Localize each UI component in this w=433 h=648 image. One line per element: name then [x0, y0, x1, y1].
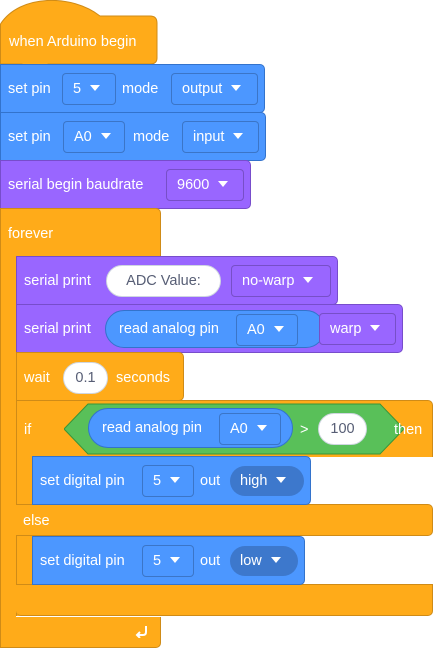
- set-digital-pin-low-block[interactable]: set digital pin 5 out low: [32, 536, 305, 585]
- serial-print-block-2[interactable]: serial print read analog pin A0 warp: [16, 304, 403, 353]
- then-label: then: [394, 422, 423, 438]
- reporter-label: read analog pin: [119, 321, 219, 337]
- chevron-down-icon: [256, 425, 267, 432]
- set-digital-pin-label: set digital pin: [40, 553, 125, 569]
- seconds-label: seconds: [116, 370, 171, 386]
- digital-pin-dropdown[interactable]: 5: [142, 465, 194, 497]
- digital-pin-dropdown[interactable]: 5: [142, 545, 194, 577]
- chevron-down-icon: [270, 557, 281, 564]
- hat-label: when Arduino begin: [9, 34, 137, 50]
- set-pin-label: set pin: [8, 129, 51, 145]
- warp-mode-dropdown[interactable]: no-warp: [231, 265, 331, 297]
- serial-print-block-1[interactable]: serial print ADC Value: no-warp: [16, 256, 338, 305]
- chevron-down-icon: [233, 133, 244, 140]
- compare-value-input[interactable]: 100: [318, 413, 367, 445]
- chevron-down-icon: [273, 326, 284, 333]
- set-pin-block-2[interactable]: set pin A0 mode input: [0, 112, 266, 161]
- warp-mode-dropdown[interactable]: warp: [319, 313, 396, 345]
- chevron-down-icon: [218, 181, 229, 188]
- chevron-down-icon: [276, 477, 287, 484]
- chevron-down-icon: [370, 325, 381, 332]
- analog-pin-dropdown[interactable]: A0: [236, 314, 298, 346]
- operator-label: >: [300, 422, 309, 438]
- set-pin-block-1[interactable]: set pin 5 mode output: [0, 64, 265, 113]
- chevron-down-icon: [231, 85, 242, 92]
- if-else-block[interactable]: if read analog pin A0 > 100 then: [16, 400, 433, 457]
- out-label: out: [200, 473, 221, 489]
- else-label: else: [23, 513, 50, 529]
- serial-begin-label: serial begin baudrate: [8, 177, 144, 193]
- hat-block-when-arduino-begin[interactable]: when Arduino begin: [0, 0, 160, 66]
- chevron-down-icon: [90, 85, 101, 92]
- loop-arrow-icon: [135, 626, 147, 638]
- set-digital-pin-label: set digital pin: [40, 473, 125, 489]
- pin-dropdown[interactable]: A0: [63, 121, 125, 153]
- out-label: out: [200, 553, 221, 569]
- chevron-down-icon: [170, 557, 181, 564]
- forever-bottom: [0, 617, 161, 648]
- level-dropdown[interactable]: low: [230, 546, 298, 576]
- if-label: if: [24, 422, 32, 438]
- mode-dropdown[interactable]: input: [182, 121, 259, 153]
- mode-label: mode: [122, 81, 159, 97]
- wait-block[interactable]: wait 0.1 seconds: [16, 352, 184, 401]
- set-pin-label: set pin: [8, 81, 51, 97]
- baud-dropdown[interactable]: 9600: [166, 169, 244, 201]
- chevron-down-icon: [100, 133, 111, 140]
- reporter-label: read analog pin: [102, 420, 202, 436]
- if-bottom: [16, 584, 433, 616]
- text-input[interactable]: ADC Value:: [106, 265, 221, 297]
- forever-block[interactable]: forever: [0, 208, 161, 256]
- forever-arm: [0, 255, 16, 620]
- read-analog-pin-reporter[interactable]: read analog pin A0: [105, 310, 325, 348]
- read-analog-pin-reporter[interactable]: read analog pin A0: [88, 408, 293, 448]
- pin-dropdown[interactable]: 5: [62, 73, 116, 105]
- wait-seconds-input[interactable]: 0.1: [63, 362, 108, 394]
- chevron-down-icon: [303, 277, 314, 284]
- mode-label: mode: [133, 129, 170, 145]
- analog-pin-dropdown[interactable]: A0: [219, 413, 281, 445]
- else-bar: else: [16, 504, 433, 536]
- set-digital-pin-high-block[interactable]: set digital pin 5 out high: [32, 456, 311, 505]
- serial-print-label: serial print: [24, 321, 91, 337]
- level-dropdown[interactable]: high: [230, 466, 304, 496]
- serial-print-label: serial print: [24, 273, 91, 289]
- forever-label: forever: [8, 226, 54, 242]
- chevron-down-icon: [170, 477, 181, 484]
- wait-label: wait: [24, 370, 50, 386]
- serial-begin-block[interactable]: serial begin baudrate 9600: [0, 160, 251, 209]
- mode-dropdown[interactable]: output: [171, 73, 258, 105]
